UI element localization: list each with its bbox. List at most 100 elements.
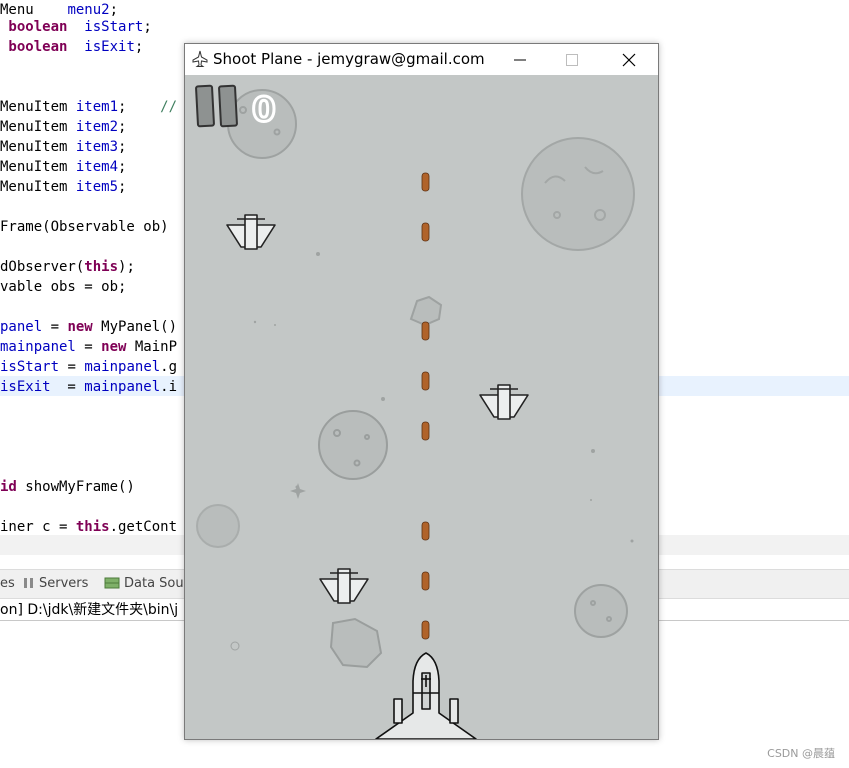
code-token: mainpanel: [84, 359, 161, 375]
enemy-plane-icon: [226, 214, 276, 250]
code-token: new: [67, 319, 93, 335]
code-line: MenuItem item4;: [0, 157, 126, 177]
code-token: ;: [118, 159, 127, 175]
watermark: CSDN @晨蕴: [767, 747, 835, 760]
code-token: id: [0, 479, 17, 495]
code-token: item1: [75, 99, 119, 115]
code-token: item4: [75, 159, 119, 175]
score-display: 0: [252, 90, 276, 130]
code-token: =: [42, 319, 68, 335]
asteroid-icon: [574, 584, 628, 638]
player-plane-icon: [375, 652, 477, 739]
code-token: .getCont: [109, 519, 178, 535]
code-token: ;: [134, 39, 144, 55]
code-line: vable obs = ob;: [0, 277, 126, 297]
close-button[interactable]: [606, 44, 652, 75]
code-line: isStart = mainpanel.g: [0, 357, 177, 377]
game-canvas[interactable]: 0: [185, 75, 658, 739]
servers-icon: [22, 576, 36, 594]
code-token: isStart: [84, 19, 144, 35]
code-token: mainpanel: [0, 339, 76, 355]
enemy-plane-icon: [479, 384, 529, 420]
code-token: showMyFrame(): [16, 479, 135, 495]
sparkle-icon: [290, 483, 306, 499]
code-line: dObserver(this);: [0, 257, 135, 277]
code-token: boolean: [0, 39, 68, 55]
code-token: ;: [143, 19, 152, 35]
code-token: this: [75, 519, 110, 535]
code-token: //: [160, 99, 178, 115]
code-token: isExit: [0, 379, 51, 395]
code-line: MenuItem item2;: [0, 117, 126, 137]
code-token: isExit: [84, 39, 135, 55]
window-titlebar[interactable]: Shoot Plane - jemygraw@gmail.com: [185, 44, 658, 75]
bullet-icon: [421, 172, 430, 640]
code-line: MenuItem item1; //: [0, 97, 177, 117]
asteroid-icon: [329, 617, 383, 669]
code-line: mainpanel = new MainP: [0, 337, 177, 357]
code-token: panel: [0, 319, 43, 335]
code-token: ;: [118, 99, 161, 115]
code-line: panel = new MyPanel(): [0, 317, 177, 337]
code-token: ;: [118, 179, 127, 195]
minimize-icon: [514, 59, 526, 61]
asteroid-icon: [521, 137, 635, 251]
code-token: ;: [118, 139, 127, 155]
maximize-icon: [566, 54, 578, 66]
code-token: mainpanel: [84, 379, 161, 395]
code-line: MenuItem item3;: [0, 137, 126, 157]
app-plane-icon: [192, 50, 208, 67]
code-token: item5: [75, 179, 119, 195]
code-token: ;: [118, 119, 127, 135]
code-line: iner c = this.getCont: [0, 517, 177, 537]
code-token: item2: [75, 119, 119, 135]
code-token: iner c =: [0, 519, 76, 535]
code-line: boolean isStart;: [0, 17, 152, 37]
code-token: =: [50, 379, 85, 395]
code-token: MenuItem: [0, 139, 76, 155]
code-line: MenuItem item5;: [0, 177, 126, 197]
asteroid-icon: [318, 410, 388, 480]
code-token: MainP: [126, 339, 178, 355]
code-token: MenuItem: [0, 99, 76, 115]
code-token: .g: [160, 359, 178, 375]
game-scene: 0: [195, 84, 635, 739]
minimize-button[interactable]: [497, 44, 543, 75]
views-tab-partial[interactable]: es: [0, 576, 15, 591]
code-token: menu2: [67, 2, 110, 18]
code-line: isExit = mainpanel.i: [0, 377, 177, 397]
code-token: Frame(Observable ob): [0, 219, 169, 235]
code-token: dObserver(: [0, 259, 85, 275]
code-token: MenuItem: [0, 179, 76, 195]
code-token: Menu: [0, 2, 68, 18]
game-window[interactable]: Shoot Plane - jemygraw@gmail.com 0: [184, 43, 659, 740]
code-token: boolean: [0, 19, 68, 35]
maximize-button[interactable]: [549, 44, 595, 75]
code-token: isStart: [0, 359, 60, 375]
code-token: MyPanel(): [92, 319, 178, 335]
servers-tab[interactable]: Servers: [39, 576, 88, 591]
code-line: Frame(Observable ob): [0, 217, 169, 237]
code-token: this: [84, 259, 119, 275]
code-token: MenuItem: [0, 119, 76, 135]
code-token: ;: [109, 2, 119, 18]
code-token: item3: [75, 139, 119, 155]
code-token: new: [101, 339, 127, 355]
code-token: );: [118, 259, 135, 275]
code-line: id showMyFrame(): [0, 477, 135, 497]
code-token: =: [75, 339, 102, 355]
console-output: on] D:\jdk\新建文件夹\bin\j: [0, 602, 179, 618]
code-token: =: [59, 359, 85, 375]
enemy-plane-icon: [319, 568, 369, 604]
code-token: .i: [160, 379, 178, 395]
data-source-tab[interactable]: Data Sou: [124, 576, 184, 591]
asteroid-icon: [409, 295, 443, 327]
code-token: vable obs = ob;: [0, 279, 127, 295]
data-source-icon: [104, 576, 120, 594]
code-token: MenuItem: [0, 159, 76, 175]
pause-icon[interactable]: [195, 84, 238, 128]
window-title: Shoot Plane - jemygraw@gmail.com: [213, 50, 485, 68]
asteroid-icon: [196, 504, 240, 548]
code-line: boolean isExit;: [0, 37, 143, 57]
